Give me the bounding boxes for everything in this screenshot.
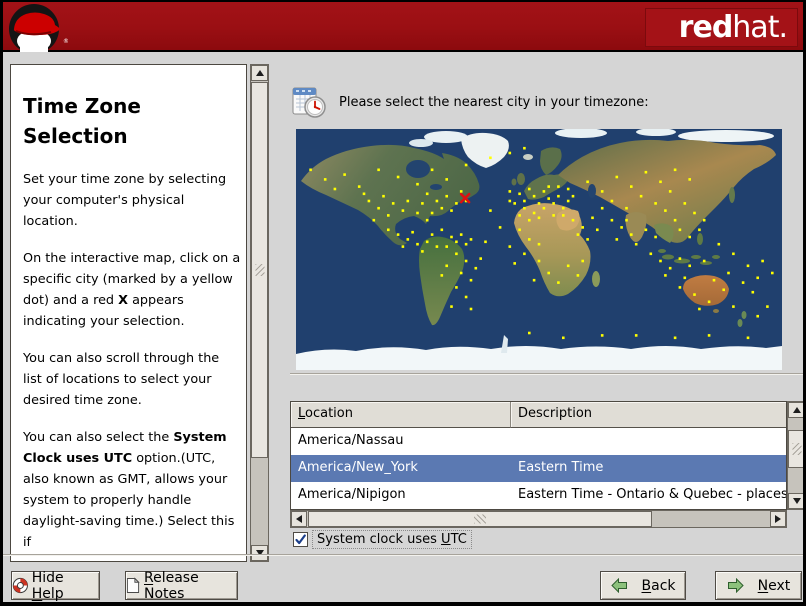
scroll-up-button[interactable] [788, 402, 803, 418]
footer-separator [3, 554, 803, 556]
scroll-left-button[interactable] [291, 511, 307, 527]
scroll-down-button[interactable] [788, 493, 803, 509]
redhat-shadowman-icon: ® [6, 2, 68, 52]
brand-bold: red [678, 9, 734, 45]
cell-location: America/New_York [298, 460, 418, 475]
scroll-up-button[interactable] [251, 65, 268, 81]
next-button[interactable]: Next [715, 571, 802, 600]
arrow-right-icon [775, 515, 781, 523]
help-paragraph: You can also scroll through the list of … [23, 351, 220, 408]
help-panel: Time Zone Selection Set your time zone b… [10, 64, 247, 562]
lifebuoy-icon [12, 577, 28, 594]
utc-checkbox-row: System clock uses UTC [293, 530, 472, 549]
help-paragraph: You can also select the System Clock use… [23, 430, 235, 550]
cell-description [511, 428, 786, 455]
scroll-right-button[interactable] [770, 511, 786, 527]
release-notes-button[interactable]: Release Notes [125, 569, 238, 602]
timezone-table: Location Description America/Nassau Ameri… [290, 401, 787, 510]
scrollbar-thumb[interactable] [251, 82, 268, 458]
caspian-sea [588, 184, 596, 198]
cell-location: America/Nipigon [298, 487, 406, 502]
document-icon [126, 577, 140, 593]
redhat-wordmark: redhat. [645, 8, 798, 47]
table-vscrollbar[interactable] [787, 401, 803, 510]
scroll-down-button[interactable] [251, 545, 268, 561]
table-body: America/Nassau America/New_York Eastern Ti… [291, 428, 786, 509]
arrow-up-icon [255, 70, 264, 76]
cell-description: Eastern Time - Ontario & Quebec - places… [518, 487, 786, 502]
tasmania [713, 309, 719, 313]
utc-checkbox-label[interactable]: System clock uses UTC [312, 530, 472, 549]
installer-window: ® redhat. Time Zone Selection Set your t… [0, 0, 806, 606]
cell-location: America/Nassau [298, 433, 404, 448]
britain [517, 173, 525, 185]
prompt-label: Please select the nearest city in your t… [339, 94, 649, 110]
timezone-clock-icon [292, 87, 326, 118]
antarctica [296, 346, 782, 370]
release-notes-label: Release Notes [144, 569, 199, 602]
next-arrow-icon [727, 578, 744, 593]
help-paragraph: On the interactive map, click on a speci… [23, 251, 241, 329]
help-paragraph: Set your time zone by selecting your com… [23, 172, 227, 229]
cell-description: Eastern Time [518, 460, 604, 475]
table-hscrollbar[interactable] [290, 510, 787, 528]
map-separator [290, 373, 803, 375]
table-row[interactable]: America/Nassau [291, 428, 786, 455]
prompt-row: Please select the nearest city in your t… [291, 85, 649, 119]
scrollbar-thumb[interactable] [308, 511, 652, 527]
world-map[interactable] [296, 129, 782, 370]
japan [729, 187, 735, 203]
iceland [523, 154, 533, 160]
hide-help-button[interactable]: Hide Help [11, 569, 100, 602]
ireland [511, 178, 517, 186]
hudson-bay [406, 160, 430, 178]
arrow-up-icon [792, 407, 801, 413]
brand-light: hat. [732, 9, 788, 45]
scrollbar-thumb[interactable] [788, 430, 803, 468]
arrow-left-icon [296, 515, 302, 523]
madagascar [592, 271, 600, 287]
column-header-description[interactable]: Description [511, 402, 786, 428]
check-icon [295, 534, 306, 545]
hide-help-label: Hide Help [31, 569, 64, 602]
next-label: Next [757, 577, 791, 594]
registered-mark: ® [63, 38, 68, 45]
help-text: Set your time zone by selecting your com… [23, 169, 242, 553]
table-row[interactable]: America/Nipigon Eastern Time - Ontario & … [291, 482, 786, 509]
table-row[interactable]: America/New_York Eastern Time [291, 455, 786, 482]
column-header-location[interactable]: Location [291, 402, 511, 428]
back-arrow-icon [610, 578, 627, 593]
help-scrollbar[interactable] [250, 64, 269, 562]
back-button[interactable]: Back [600, 571, 686, 600]
top-banner: ® redhat. [3, 2, 803, 52]
page-title: Time Zone Selection [23, 94, 141, 148]
utc-checkbox[interactable] [293, 532, 308, 547]
back-label: Back [641, 577, 676, 594]
great-lakes [430, 184, 442, 190]
table-header-row: Location Description [291, 402, 786, 428]
arrow-down-icon [792, 498, 801, 504]
